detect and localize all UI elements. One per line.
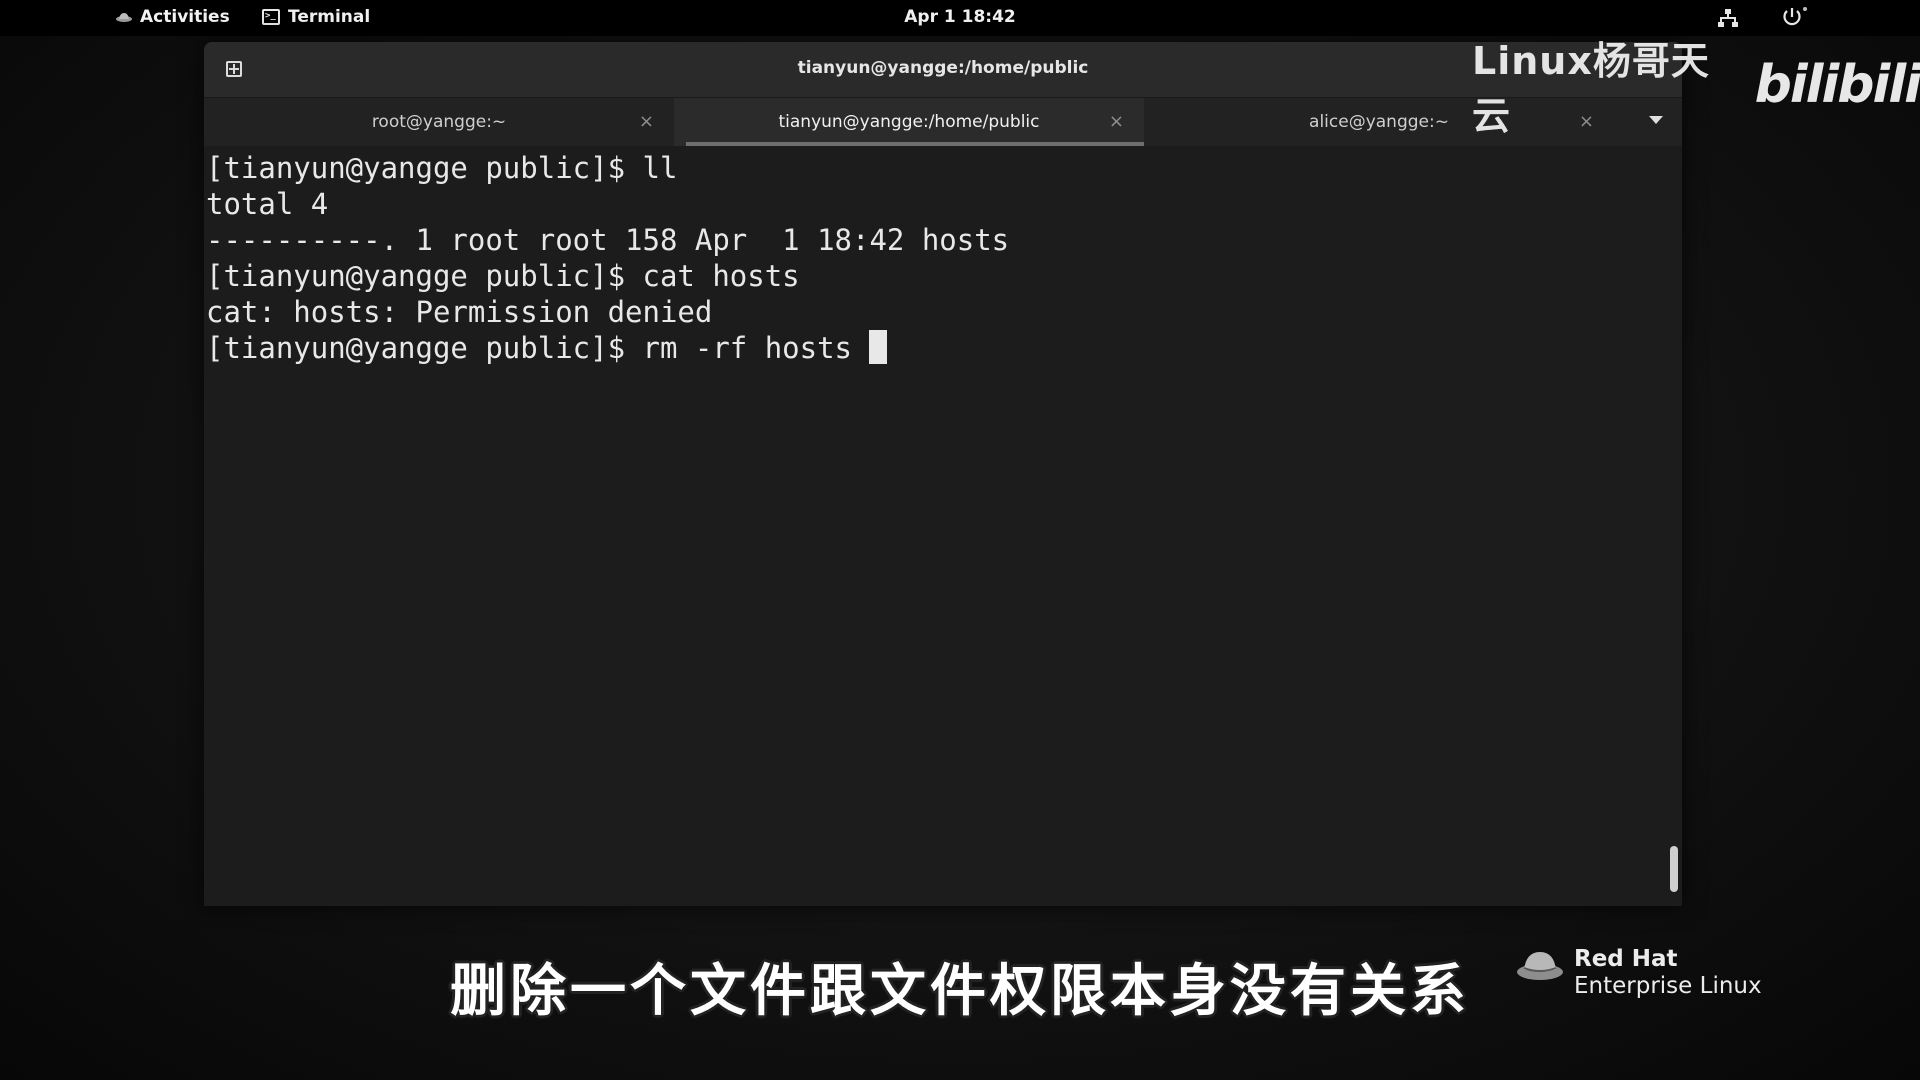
tab-label: root@yangge:~: [371, 112, 507, 132]
app-menu-label: Terminal: [288, 7, 371, 27]
tab-label: tianyun@yangge:/home/public: [778, 112, 1040, 132]
terminal-output[interactable]: [tianyun@yangge public]$ ll total 4 ----…: [204, 146, 1664, 906]
terminal-line: [tianyun@yangge public]$ cat hosts: [206, 259, 800, 293]
activities-label: Activities: [140, 7, 230, 27]
terminal-command: [tianyun@yangge public]$ rm -rf hosts: [206, 331, 870, 365]
terminal-input-line[interactable]: [tianyun@yangge public]$ rm -rf hosts: [206, 330, 1664, 366]
tab-label: alice@yangge:~: [1309, 112, 1449, 132]
text-cursor: [869, 330, 888, 364]
redhat-product: Enterprise Linux: [1574, 973, 1762, 999]
tab-root[interactable]: root@yangge:~ ×: [204, 98, 674, 146]
bilibili-logo: bilibili: [1754, 55, 1920, 115]
terminal-line: ----------. 1 root root 158 Apr 1 18:42 …: [206, 223, 1010, 257]
app-menu-terminal[interactable]: >_ Terminal: [262, 7, 370, 27]
terminal-line: [tianyun@yangge public]$ ll: [206, 151, 678, 185]
clock[interactable]: Apr 1 18:42: [904, 7, 1016, 27]
terminal-line: total 4: [206, 187, 329, 221]
terminal-icon: >_: [262, 9, 280, 25]
network-wired-icon: [1718, 9, 1738, 27]
terminal-window: tianyun@yangge:/home/public root@yangge:…: [204, 42, 1682, 906]
window-headerbar: tianyun@yangge:/home/public: [204, 42, 1682, 98]
tab-bar: root@yangge:~ × tianyun@yangge:/home/pub…: [204, 98, 1682, 146]
power-menu[interactable]: [1782, 6, 1808, 33]
tab-close-icon[interactable]: ×: [1109, 111, 1124, 132]
scrollbar-thumb[interactable]: [1670, 846, 1678, 892]
redhat-hat-icon: [116, 13, 132, 22]
redhat-hat-icon: [1517, 952, 1563, 980]
redhat-brand: Red Hat: [1574, 946, 1678, 972]
window-title: tianyun@yangge:/home/public: [797, 58, 1089, 78]
activities-button[interactable]: Activities: [116, 7, 230, 27]
terminal-scrollbar[interactable]: [1670, 154, 1678, 898]
terminal-line: cat: hosts: Permission denied: [206, 295, 713, 329]
tab-tianyun[interactable]: tianyun@yangge:/home/public ×: [674, 98, 1144, 146]
redhat-logo: Red Hat Enterprise Linux: [1516, 946, 1762, 1000]
tab-close-icon[interactable]: ×: [639, 111, 654, 132]
channel-watermark: Linux杨哥天云 bilibili: [1472, 30, 1920, 140]
power-icon: [1783, 7, 1807, 26]
watermark-text: Linux杨哥天云: [1472, 39, 1710, 138]
